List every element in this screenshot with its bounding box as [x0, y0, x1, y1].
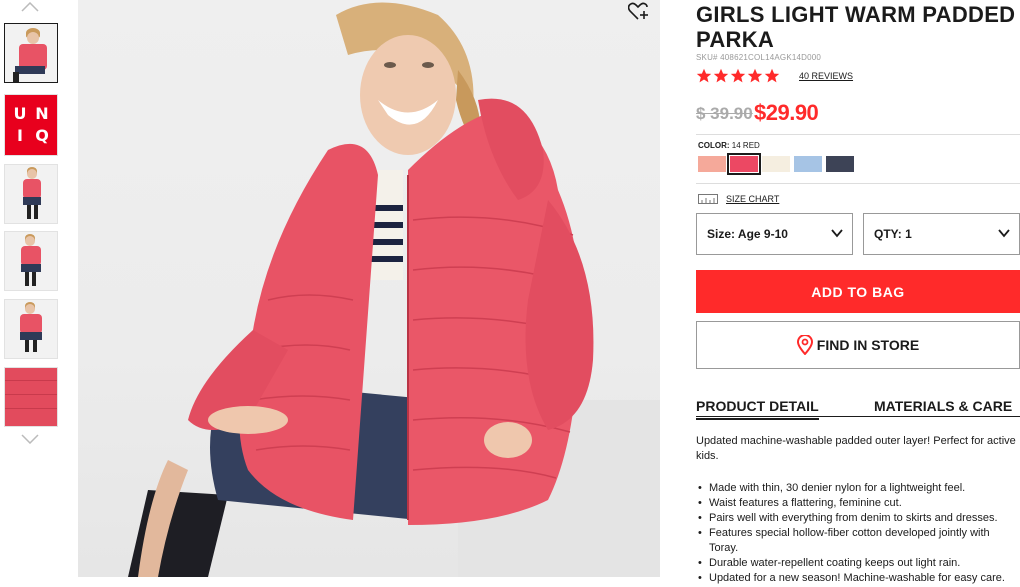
- star-icon: [713, 68, 729, 83]
- divider: [696, 134, 1020, 135]
- size-chart-link[interactable]: SIZE CHART: [698, 194, 779, 204]
- list-item: Made with thin, 30 denier nylon for a li…: [696, 481, 1020, 496]
- size-chart-label: SIZE CHART: [726, 194, 780, 204]
- model-illustration: [128, 2, 660, 577]
- heart-plus-icon[interactable]: [627, 2, 650, 22]
- ruler-icon: [698, 194, 718, 204]
- size-select-value: Size: Age 9-10: [707, 227, 788, 241]
- thumbnail-5[interactable]: [4, 299, 58, 359]
- product-title: GIRLS LIGHT WARM PADDED PARKA: [696, 2, 1016, 52]
- divider: [696, 183, 1020, 184]
- chevron-down-icon: [998, 229, 1010, 238]
- product-description: Updated machine-washable padded outer la…: [696, 435, 1016, 462]
- list-item: Pairs well with everything from denim to…: [696, 511, 1020, 526]
- list-item: Durable water-repellent coating keeps ou…: [696, 556, 1020, 571]
- original-price: $ 39.90: [696, 104, 753, 123]
- color-swatch[interactable]: [727, 153, 761, 175]
- chevron-down-icon[interactable]: [20, 432, 40, 446]
- color-swatch[interactable]: [826, 156, 854, 172]
- thumbnail-rail: UNIQ: [0, 0, 64, 587]
- star-icon: [764, 68, 780, 83]
- tab-materials-care[interactable]: MATERIALS & CARE: [874, 398, 1012, 418]
- map-pin-icon: [796, 335, 813, 355]
- feature-list: Made with thin, 30 denier nylon for a li…: [696, 481, 1020, 586]
- chevron-up-icon[interactable]: [20, 0, 40, 14]
- color-swatch[interactable]: [794, 156, 822, 172]
- list-item: Features special hollow-fiber cotton dev…: [696, 526, 1020, 556]
- star-icon: [730, 68, 746, 83]
- size-select[interactable]: Size: Age 9-10: [696, 213, 853, 255]
- list-item: Updated for a new season! Machine-washab…: [696, 571, 1020, 586]
- color-swatch[interactable]: [762, 156, 790, 172]
- thumbnail-brand-logo[interactable]: UNIQ: [4, 94, 58, 156]
- sku-text: SKU# 408621COL14AGK14D000: [696, 53, 822, 62]
- rating-stars: [696, 68, 780, 84]
- quantity-select[interactable]: QTY: 1: [863, 213, 1020, 255]
- reviews-link[interactable]: 40 REVIEWS: [799, 71, 853, 81]
- thumbnail-1[interactable]: [4, 23, 58, 83]
- color-swatches: [698, 153, 854, 175]
- quantity-select-value: QTY: 1: [874, 227, 912, 241]
- thumbnail-4[interactable]: [4, 231, 58, 291]
- main-product-image: [78, 0, 660, 577]
- color-value: 14 RED: [731, 141, 760, 150]
- thumbnail-3[interactable]: [4, 164, 58, 224]
- chevron-down-icon: [831, 229, 843, 238]
- add-to-bag-button[interactable]: ADD TO BAG: [696, 270, 1020, 313]
- list-item: Waist features a flattering, feminine cu…: [696, 496, 1020, 511]
- find-in-store-button[interactable]: FIND IN STORE: [696, 321, 1020, 369]
- sale-price: $29.90: [754, 100, 819, 125]
- add-to-bag-label: ADD TO BAG: [811, 283, 905, 300]
- thumbnail-6[interactable]: [4, 367, 58, 427]
- star-icon: [696, 68, 712, 83]
- color-swatch[interactable]: [698, 156, 726, 172]
- find-in-store-label: FIND IN STORE: [816, 337, 920, 353]
- star-icon: [747, 68, 763, 83]
- detail-tabs: PRODUCT DETAIL MATERIALS & CARE: [696, 398, 1020, 420]
- tab-underline: [696, 416, 1020, 417]
- color-label: COLOR: 14 RED: [698, 141, 760, 150]
- brand-logo: UNIQ: [13, 104, 49, 145]
